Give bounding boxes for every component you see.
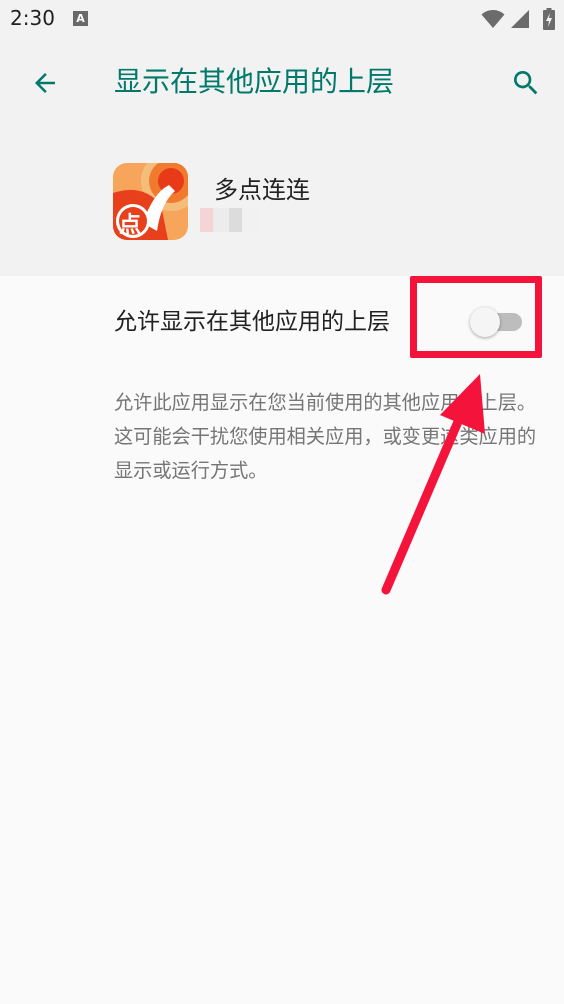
app-header: 点 多点连连 [0, 128, 564, 276]
wifi-icon [481, 10, 505, 28]
signal-icon [511, 10, 529, 28]
status-bar: 2:30 A [0, 0, 564, 38]
permission-description: 允许此应用显示在您当前使用的其他应用的上层。这可能会干扰您使用相关应用，或变更这… [114, 391, 537, 482]
app-icon: 点 [113, 163, 188, 240]
status-time: 2:30 [10, 6, 55, 30]
back-button[interactable] [24, 62, 66, 104]
app-icon-char: 点 [119, 213, 142, 238]
arrow-back-icon [35, 73, 55, 93]
permission-label: 允许显示在其他应用的上层 [114, 309, 390, 335]
app-version-redacted [200, 208, 260, 232]
switch-thumb [470, 307, 500, 337]
notification-icon: A [73, 11, 88, 26]
permission-switch[interactable] [470, 306, 526, 337]
permission-toggle-row[interactable]: 允许显示在其他应用的上层 [0, 276, 564, 364]
search-button[interactable] [504, 62, 548, 104]
page-title: 显示在其他应用的上层 [114, 65, 395, 98]
app-bar: 显示在其他应用的上层 [0, 38, 564, 128]
search-icon [514, 71, 538, 95]
app-name: 多点连连 [214, 176, 310, 204]
battery-charging-icon [543, 8, 555, 30]
